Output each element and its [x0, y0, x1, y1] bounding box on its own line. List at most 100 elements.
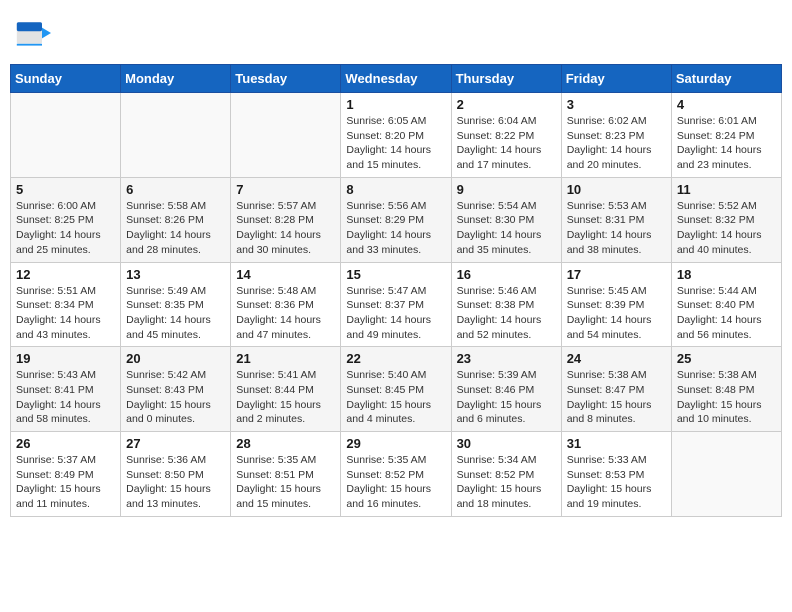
- calendar-cell: 26 Sunrise: 5:37 AM Sunset: 8:49 PM Dayli…: [11, 432, 121, 517]
- day-number: 15: [346, 267, 445, 282]
- day-info: Sunrise: 6:05 AM Sunset: 8:20 PM Dayligh…: [346, 114, 445, 173]
- day-info: Sunrise: 5:51 AM Sunset: 8:34 PM Dayligh…: [16, 284, 115, 343]
- calendar-cell: 4Sunrise: 6:01 AM Sunset: 8:24 PM Daylig…: [671, 93, 781, 178]
- day-number: 24: [567, 351, 666, 366]
- day-info: Sunrise: 5:54 AM Sunset: 8:30 PM Dayligh…: [457, 199, 556, 258]
- day-info: Sunrise: 5:38 AM Sunset: 8:48 PM Dayligh…: [677, 368, 776, 427]
- day-info: Sunrise: 6:00 AM Sunset: 8:25 PM Dayligh…: [16, 199, 115, 258]
- logo: [15, 15, 55, 56]
- day-info: Sunrise: 5:49 AM Sunset: 8:35 PM Dayligh…: [126, 284, 225, 343]
- calendar-cell: 17Sunrise: 5:45 AM Sunset: 8:39 PM Dayli…: [561, 262, 671, 347]
- calendar-cell: 10Sunrise: 5:53 AM Sunset: 8:31 PM Dayli…: [561, 177, 671, 262]
- day-number: 17: [567, 267, 666, 282]
- calendar-cell: 19 Sunrise: 5:43 AM Sunset: 8:41 PM Dayli…: [11, 347, 121, 432]
- day-info: Sunrise: 5:37 AM Sunset: 8:49 PM Dayligh…: [16, 453, 115, 512]
- day-number: 18: [677, 267, 776, 282]
- calendar-cell: 15 Sunrise: 5:47 AM Sunset: 8:37 PM Dayli…: [341, 262, 451, 347]
- page-header: [10, 10, 782, 56]
- day-number: 30: [457, 436, 556, 451]
- calendar-cell: [671, 432, 781, 517]
- day-number: 12: [16, 267, 115, 282]
- day-info: Sunrise: 5:52 AM Sunset: 8:32 PM Dayligh…: [677, 199, 776, 258]
- calendar-cell: 21 Sunrise: 5:41 AM Sunset: 8:44 PM Dayli…: [231, 347, 341, 432]
- weekday-thursday: Thursday: [451, 65, 561, 93]
- day-number: 28: [236, 436, 335, 451]
- day-number: 21: [236, 351, 335, 366]
- calendar-cell: 14 Sunrise: 5:48 AM Sunset: 8:36 PM Dayli…: [231, 262, 341, 347]
- calendar-cell: 24 Sunrise: 5:38 AM Sunset: 8:47 PM Dayli…: [561, 347, 671, 432]
- day-info: Sunrise: 5:47 AM Sunset: 8:37 PM Dayligh…: [346, 284, 445, 343]
- day-info: Sunrise: 6:04 AM Sunset: 8:22 PM Dayligh…: [457, 114, 556, 173]
- calendar-cell: 13 Sunrise: 5:49 AM Sunset: 8:35 PM Dayli…: [121, 262, 231, 347]
- calendar-week-2: 5 Sunrise: 6:00 AM Sunset: 8:25 PM Daylig…: [11, 177, 782, 262]
- calendar-week-5: 26 Sunrise: 5:37 AM Sunset: 8:49 PM Dayli…: [11, 432, 782, 517]
- calendar-cell: 29Sunrise: 5:35 AM Sunset: 8:52 PM Dayli…: [341, 432, 451, 517]
- day-info: Sunrise: 5:38 AM Sunset: 8:47 PM Dayligh…: [567, 368, 666, 427]
- weekday-tuesday: Tuesday: [231, 65, 341, 93]
- day-number: 14: [236, 267, 335, 282]
- day-info: Sunrise: 5:48 AM Sunset: 8:36 PM Dayligh…: [236, 284, 335, 343]
- day-info: Sunrise: 5:44 AM Sunset: 8:40 PM Dayligh…: [677, 284, 776, 343]
- calendar-cell: 9 Sunrise: 5:54 AM Sunset: 8:30 PM Daylig…: [451, 177, 561, 262]
- calendar-week-3: 12 Sunrise: 5:51 AM Sunset: 8:34 PM Dayli…: [11, 262, 782, 347]
- day-number: 5: [16, 182, 115, 197]
- weekday-friday: Friday: [561, 65, 671, 93]
- calendar-cell: [231, 93, 341, 178]
- calendar-header: SundayMondayTuesdayWednesdayThursdayFrid…: [11, 65, 782, 93]
- day-number: 3: [567, 97, 666, 112]
- day-info: Sunrise: 5:40 AM Sunset: 8:45 PM Dayligh…: [346, 368, 445, 427]
- day-info: Sunrise: 5:35 AM Sunset: 8:51 PM Dayligh…: [236, 453, 335, 512]
- calendar-cell: 22 Sunrise: 5:40 AM Sunset: 8:45 PM Dayli…: [341, 347, 451, 432]
- calendar-week-1: 1Sunrise: 6:05 AM Sunset: 8:20 PM Daylig…: [11, 93, 782, 178]
- weekday-wednesday: Wednesday: [341, 65, 451, 93]
- day-number: 2: [457, 97, 556, 112]
- day-number: 11: [677, 182, 776, 197]
- day-number: 4: [677, 97, 776, 112]
- day-number: 19: [16, 351, 115, 366]
- day-info: Sunrise: 5:43 AM Sunset: 8:41 PM Dayligh…: [16, 368, 115, 427]
- day-number: 8: [346, 182, 445, 197]
- calendar-cell: 3 Sunrise: 6:02 AM Sunset: 8:23 PM Daylig…: [561, 93, 671, 178]
- day-info: Sunrise: 5:53 AM Sunset: 8:31 PM Dayligh…: [567, 199, 666, 258]
- day-number: 27: [126, 436, 225, 451]
- calendar-cell: 7Sunrise: 5:57 AM Sunset: 8:28 PM Daylig…: [231, 177, 341, 262]
- calendar-cell: 5 Sunrise: 6:00 AM Sunset: 8:25 PM Daylig…: [11, 177, 121, 262]
- day-number: 13: [126, 267, 225, 282]
- calendar-cell: 31 Sunrise: 5:33 AM Sunset: 8:53 PM Dayli…: [561, 432, 671, 517]
- calendar-cell: 30Sunrise: 5:34 AM Sunset: 8:52 PM Dayli…: [451, 432, 561, 517]
- calendar-cell: 2 Sunrise: 6:04 AM Sunset: 8:22 PM Daylig…: [451, 93, 561, 178]
- calendar-cell: 8 Sunrise: 5:56 AM Sunset: 8:29 PM Daylig…: [341, 177, 451, 262]
- calendar-body: 1Sunrise: 6:05 AM Sunset: 8:20 PM Daylig…: [11, 93, 782, 517]
- day-info: Sunrise: 5:39 AM Sunset: 8:46 PM Dayligh…: [457, 368, 556, 427]
- calendar-cell: 1Sunrise: 6:05 AM Sunset: 8:20 PM Daylig…: [341, 93, 451, 178]
- calendar-cell: 25 Sunrise: 5:38 AM Sunset: 8:48 PM Dayli…: [671, 347, 781, 432]
- day-info: Sunrise: 5:46 AM Sunset: 8:38 PM Dayligh…: [457, 284, 556, 343]
- day-info: Sunrise: 5:33 AM Sunset: 8:53 PM Dayligh…: [567, 453, 666, 512]
- calendar-cell: 6Sunrise: 5:58 AM Sunset: 8:26 PM Daylig…: [121, 177, 231, 262]
- logo-icon: [15, 15, 51, 56]
- calendar-cell: [11, 93, 121, 178]
- day-info: Sunrise: 5:57 AM Sunset: 8:28 PM Dayligh…: [236, 199, 335, 258]
- calendar-cell: 27Sunrise: 5:36 AM Sunset: 8:50 PM Dayli…: [121, 432, 231, 517]
- weekday-monday: Monday: [121, 65, 231, 93]
- weekday-sunday: Sunday: [11, 65, 121, 93]
- day-info: Sunrise: 5:41 AM Sunset: 8:44 PM Dayligh…: [236, 368, 335, 427]
- calendar-cell: 23 Sunrise: 5:39 AM Sunset: 8:46 PM Dayli…: [451, 347, 561, 432]
- day-info: Sunrise: 5:42 AM Sunset: 8:43 PM Dayligh…: [126, 368, 225, 427]
- calendar-week-4: 19 Sunrise: 5:43 AM Sunset: 8:41 PM Dayli…: [11, 347, 782, 432]
- day-info: Sunrise: 5:58 AM Sunset: 8:26 PM Dayligh…: [126, 199, 225, 258]
- calendar-cell: 18 Sunrise: 5:44 AM Sunset: 8:40 PM Dayli…: [671, 262, 781, 347]
- day-info: Sunrise: 6:02 AM Sunset: 8:23 PM Dayligh…: [567, 114, 666, 173]
- day-number: 25: [677, 351, 776, 366]
- day-number: 22: [346, 351, 445, 366]
- calendar-cell: 16Sunrise: 5:46 AM Sunset: 8:38 PM Dayli…: [451, 262, 561, 347]
- day-number: 26: [16, 436, 115, 451]
- day-number: 9: [457, 182, 556, 197]
- calendar-cell: [121, 93, 231, 178]
- weekday-header-row: SundayMondayTuesdayWednesdayThursdayFrid…: [11, 65, 782, 93]
- day-info: Sunrise: 5:35 AM Sunset: 8:52 PM Dayligh…: [346, 453, 445, 512]
- day-number: 23: [457, 351, 556, 366]
- day-info: Sunrise: 5:56 AM Sunset: 8:29 PM Dayligh…: [346, 199, 445, 258]
- day-number: 31: [567, 436, 666, 451]
- calendar-cell: 20Sunrise: 5:42 AM Sunset: 8:43 PM Dayli…: [121, 347, 231, 432]
